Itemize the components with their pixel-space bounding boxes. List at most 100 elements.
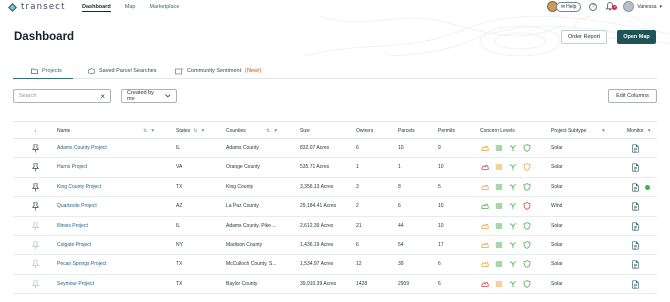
project-name[interactable]: King County Project xyxy=(57,184,157,190)
shield-concern-icon[interactable] xyxy=(523,202,531,210)
tab-community-label: Community Sentiment xyxy=(187,68,242,74)
edit-columns-button[interactable]: Edit Columns xyxy=(608,89,657,103)
table-row[interactable]: Illinois Project IL Adams County, Pike ...… xyxy=(13,217,657,236)
fire-concern-icon[interactable] xyxy=(481,260,489,268)
fire-concern-icon[interactable] xyxy=(481,183,489,191)
project-name[interactable]: Adams County Project xyxy=(57,145,157,151)
header-parcels: Parcels xyxy=(398,128,415,134)
shield-concern-icon[interactable] xyxy=(523,279,531,288)
cell-owners: 12 xyxy=(356,261,362,268)
layers-concern-icon[interactable] xyxy=(495,241,503,249)
pin-icon[interactable] xyxy=(32,222,39,231)
tab-saved-parcel-searches[interactable]: Saved Parcel Searches xyxy=(88,63,156,79)
shield-concern-icon[interactable] xyxy=(523,241,531,249)
wind-concern-icon[interactable] xyxy=(509,183,517,191)
counties-column-controls[interactable]: ⇅ ▼ xyxy=(266,128,278,134)
layers-concern-icon[interactable] xyxy=(495,280,503,288)
shield-concern-icon[interactable] xyxy=(523,163,531,172)
order-report-button[interactable]: Order Report xyxy=(561,30,607,44)
sort-arrow-icon[interactable]: ↓ xyxy=(34,128,37,134)
shield-concern-icon[interactable] xyxy=(523,260,531,269)
cell-parcels: 6 xyxy=(398,203,401,210)
layers-concern-icon[interactable] xyxy=(495,163,503,171)
tab-projects[interactable]: Projects xyxy=(13,63,73,79)
project-name[interactable]: Seymour Project xyxy=(57,281,157,287)
pin-icon[interactable] xyxy=(32,260,39,269)
fire-concern-icon[interactable] xyxy=(481,222,489,230)
cell-parcels: 1 xyxy=(398,164,401,171)
question-icon[interactable]: ? xyxy=(589,2,598,11)
cell-parcels: 44 xyxy=(398,222,404,229)
shield-concern-icon[interactable] xyxy=(523,144,531,152)
pin-icon[interactable] xyxy=(32,144,39,153)
nav-map[interactable]: Map xyxy=(125,4,136,12)
open-map-button[interactable]: Open Map xyxy=(617,30,656,44)
wind-concern-icon[interactable] xyxy=(509,163,517,171)
table-row[interactable]: Colgate Project NY Madison County 1,436.19 … xyxy=(13,236,657,256)
filter-icon[interactable]: ▼ xyxy=(200,128,205,134)
layers-concern-icon[interactable] xyxy=(495,144,503,152)
brand-logo[interactable]: transect xyxy=(8,2,66,12)
table-row[interactable]: King County Project TX King County 3,356.13… xyxy=(13,178,657,198)
wind-concern-icon[interactable] xyxy=(509,241,517,249)
sort-icon[interactable]: ⇅ xyxy=(266,128,270,134)
layers-concern-icon[interactable] xyxy=(495,183,503,191)
project-name[interactable]: Quartzsite Project xyxy=(57,203,157,209)
project-name[interactable]: Pecan Springs Project xyxy=(57,261,157,267)
wind-concern-icon[interactable] xyxy=(509,280,517,288)
wind-concern-icon[interactable] xyxy=(509,202,517,210)
folder-icon xyxy=(31,68,38,74)
name-column-controls[interactable]: ⇅ ▼ xyxy=(143,128,155,134)
fire-concern-icon[interactable] xyxy=(481,280,489,288)
table-row[interactable]: Quartzsite Project AZ La Paz County 29,184.… xyxy=(13,197,657,217)
wind-concern-icon[interactable] xyxy=(509,260,517,268)
user-menu[interactable]: Vanessa ▾ xyxy=(623,1,662,12)
nav-marketplace[interactable]: Marketplace xyxy=(149,4,179,12)
close-icon[interactable]: × xyxy=(100,92,105,101)
table-row[interactable]: Adams County Project IL Adams County 832.07… xyxy=(13,139,657,159)
notifications-button[interactable]: 9 xyxy=(605,2,618,12)
layers-concern-icon[interactable] xyxy=(495,222,503,230)
table-row[interactable]: Harris Project VA Orange County 535.71 Acre… xyxy=(13,158,657,178)
layers-concern-icon[interactable] xyxy=(495,260,503,268)
cell-size: 1,436.19 Acres xyxy=(300,241,334,248)
pin-icon[interactable] xyxy=(32,202,39,211)
filter-icon[interactable]: ▼ xyxy=(273,128,278,134)
sort-icon[interactable]: ⇅ xyxy=(193,128,197,134)
filter-icon[interactable]: ▼ xyxy=(647,128,652,134)
pin-icon[interactable] xyxy=(32,183,39,192)
created-by-dropdown[interactable]: Created by me xyxy=(121,89,177,103)
fire-concern-icon[interactable] xyxy=(481,202,489,210)
shield-concern-icon[interactable] xyxy=(523,221,531,230)
cell-parcels: 8 xyxy=(398,183,401,190)
cell-state: TX xyxy=(176,261,183,268)
tab-community-sentiment[interactable]: Community Sentiment (New!) xyxy=(175,63,261,79)
search-input[interactable] xyxy=(19,93,99,99)
cell-subtype: Solar xyxy=(551,261,563,268)
wind-concern-icon[interactable] xyxy=(509,222,517,230)
pin-icon[interactable] xyxy=(32,241,39,250)
header-owners: Owners xyxy=(356,128,374,134)
fire-concern-icon[interactable] xyxy=(481,144,489,152)
nav-dashboard[interactable]: Dashboard xyxy=(82,4,111,12)
table-row[interactable]: Pecan Springs Project TX McCulloch County,… xyxy=(13,255,657,275)
help-button[interactable]: ✉ Help xyxy=(555,1,582,12)
wind-concern-icon[interactable] xyxy=(509,144,517,152)
filter-icon[interactable]: ▼ xyxy=(150,128,155,134)
layers-concern-icon[interactable] xyxy=(495,202,503,210)
project-name[interactable]: Colgate Project xyxy=(57,242,157,248)
search-field[interactable]: × xyxy=(13,89,111,103)
subtype-filter-icon[interactable]: ▼ xyxy=(601,128,606,134)
fire-concern-icon[interactable] xyxy=(481,241,489,249)
pin-icon[interactable] xyxy=(32,163,39,172)
header-name: Name xyxy=(57,128,71,134)
shield-concern-icon[interactable] xyxy=(523,182,531,191)
sort-icon[interactable]: ⇅ xyxy=(143,128,147,134)
project-name[interactable]: Illinois Project xyxy=(57,223,157,229)
pin-icon[interactable] xyxy=(32,280,39,289)
table-row[interactable]: Seymour Project TX Baylor County 39,910.39 … xyxy=(13,275,657,295)
cell-owners: 2 xyxy=(356,203,359,210)
fire-concern-icon[interactable] xyxy=(481,163,489,171)
cell-owners: 1 xyxy=(356,164,359,171)
project-name[interactable]: Harris Project xyxy=(57,164,157,170)
